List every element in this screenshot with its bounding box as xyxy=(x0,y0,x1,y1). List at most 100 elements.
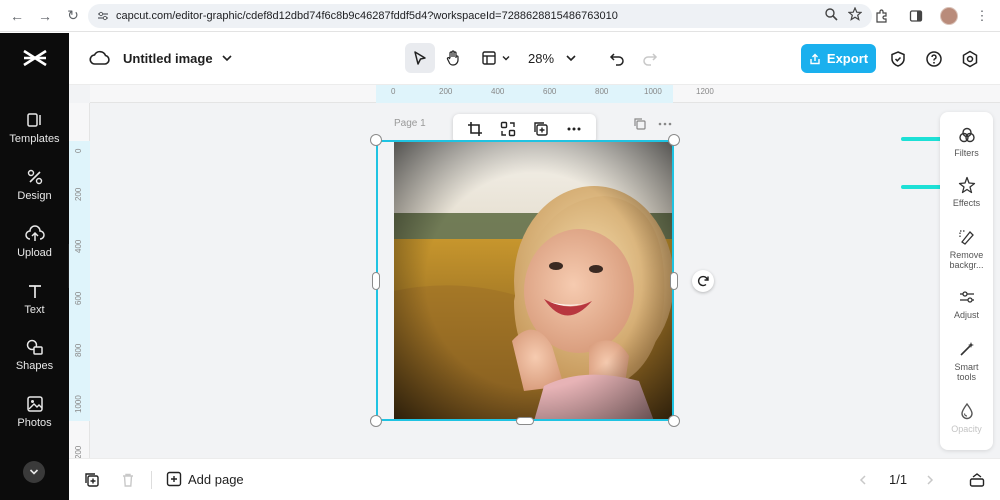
filters-icon xyxy=(956,124,978,146)
capcut-logo[interactable] xyxy=(22,47,48,69)
ruler-tick: 200 xyxy=(74,445,83,459)
add-page-label: Add page xyxy=(188,471,244,487)
duplicate-button[interactable] xyxy=(530,118,552,140)
adjust-icon xyxy=(956,286,978,308)
opacity-icon xyxy=(956,400,978,422)
page-more-icon[interactable] xyxy=(657,117,673,131)
remove-background-icon xyxy=(956,226,978,248)
resize-handle-left[interactable] xyxy=(372,272,380,290)
hand-tool-button[interactable] xyxy=(438,43,468,73)
zoom-level[interactable]: 28% xyxy=(528,51,554,66)
tool-adjust[interactable]: Adjust xyxy=(940,286,993,320)
tool-effects[interactable]: Effects xyxy=(940,174,993,208)
hand-icon xyxy=(446,50,459,66)
document-title[interactable]: Untitled image xyxy=(123,51,213,66)
tool-opacity[interactable]: Opacity xyxy=(940,400,993,434)
rotate-button[interactable] xyxy=(692,270,714,292)
ruler-tick: 600 xyxy=(543,87,557,96)
browser-toolbar: ← → ↻ capcut.com/editor-graphic/cdef8d12… xyxy=(0,0,1000,32)
horizontal-ruler: 0 200 400 600 800 1000 1200 xyxy=(90,85,1000,103)
forward-icon[interactable]: → xyxy=(34,5,56,27)
text-icon xyxy=(24,280,46,302)
resize-handle-right[interactable] xyxy=(670,272,678,290)
ruler-tick: 800 xyxy=(595,87,609,96)
duplicate-page-button[interactable] xyxy=(81,469,103,491)
next-page-button[interactable] xyxy=(919,469,941,491)
previous-page-button[interactable] xyxy=(852,469,874,491)
rotate-icon xyxy=(697,275,709,287)
expand-sidebar-button[interactable] xyxy=(23,461,45,483)
replace-image-button[interactable] xyxy=(497,118,519,140)
sidebar-item-photos[interactable]: Photos xyxy=(0,393,69,443)
ruler-tick: 200 xyxy=(74,187,83,201)
duplicate-icon xyxy=(534,122,548,136)
effects-icon xyxy=(956,174,978,196)
shield-icon xyxy=(891,51,905,67)
add-page-icon xyxy=(166,471,182,487)
selection-frame xyxy=(376,140,674,421)
profile-avatar[interactable] xyxy=(940,7,958,25)
shield-button[interactable] xyxy=(887,48,909,70)
help-button[interactable] xyxy=(923,48,945,70)
bookmark-star-icon[interactable] xyxy=(847,6,863,26)
resize-handle-top-right[interactable] xyxy=(668,134,680,146)
ruler-tick: 800 xyxy=(74,343,83,357)
sidebar-item-text[interactable]: Text xyxy=(0,280,69,330)
resize-handle-bottom[interactable] xyxy=(516,417,534,425)
pages-panel-icon xyxy=(969,473,985,487)
tool-remove-background[interactable]: Remove backgr... xyxy=(940,226,993,270)
replace-icon xyxy=(500,121,516,137)
more-options-button[interactable] xyxy=(563,118,585,140)
export-label: Export xyxy=(826,51,869,66)
page-label: Page 1 xyxy=(394,118,426,129)
settings-button[interactable] xyxy=(959,48,981,70)
resize-handle-top-left[interactable] xyxy=(370,134,382,146)
chevron-down-icon xyxy=(29,469,39,475)
redo-button[interactable] xyxy=(635,43,665,73)
zoom-dropdown-button[interactable] xyxy=(561,43,581,73)
back-icon[interactable]: ← xyxy=(6,5,28,27)
sidebar-item-label: Text xyxy=(24,304,45,316)
select-tool-button[interactable] xyxy=(405,43,435,73)
sidebar-item-shapes[interactable]: Shapes xyxy=(0,336,69,386)
sidebar-item-design[interactable]: Design xyxy=(0,166,69,216)
ruler-tick: 400 xyxy=(491,87,505,96)
tool-label: Filters xyxy=(954,148,979,158)
trash-icon xyxy=(123,473,133,487)
page-counter: 1/1 xyxy=(889,472,908,487)
layout-icon xyxy=(482,51,496,65)
smart-tools-icon xyxy=(956,338,978,360)
undo-button[interactable] xyxy=(602,43,632,73)
crop-icon xyxy=(468,122,483,136)
cursor-icon xyxy=(414,51,426,65)
side-panel-icon[interactable] xyxy=(906,5,926,27)
cloud-save-icon[interactable] xyxy=(89,48,111,68)
tool-filters[interactable]: Filters xyxy=(940,124,993,158)
zoom-icon[interactable] xyxy=(824,7,838,26)
more-menu-icon[interactable]: ⋮ xyxy=(972,5,992,27)
gear-icon xyxy=(962,50,978,68)
delete-page-button[interactable] xyxy=(117,469,139,491)
more-horizontal-icon xyxy=(567,127,581,131)
add-page-button[interactable]: Add page xyxy=(166,471,244,487)
chevron-down-icon[interactable] xyxy=(221,51,233,63)
tool-smart-tools[interactable]: Smart tools xyxy=(940,338,993,382)
pages-panel-button[interactable] xyxy=(966,469,988,491)
shapes-icon xyxy=(24,336,46,358)
tool-label: Smart tools xyxy=(954,362,979,382)
address-bar[interactable]: capcut.com/editor-graphic/cdef8d12dbd74f… xyxy=(88,4,872,28)
resize-handle-bottom-right[interactable] xyxy=(668,415,680,427)
site-info-icon[interactable] xyxy=(92,5,114,27)
sidebar-item-templates[interactable]: Templates xyxy=(0,109,69,159)
crop-button[interactable] xyxy=(464,118,486,140)
reload-icon[interactable]: ↻ xyxy=(62,5,84,27)
layout-menu-button[interactable] xyxy=(476,43,516,73)
resize-handle-bottom-left[interactable] xyxy=(370,415,382,427)
ruler-tick: 600 xyxy=(74,291,83,305)
extensions-icon[interactable] xyxy=(872,5,892,27)
sidebar-item-label: Photos xyxy=(17,417,52,429)
page-duplicate-icon[interactable] xyxy=(632,117,648,131)
photos-icon xyxy=(24,393,46,415)
export-button[interactable]: Export xyxy=(801,44,876,73)
sidebar-item-upload[interactable]: Upload xyxy=(0,223,69,273)
